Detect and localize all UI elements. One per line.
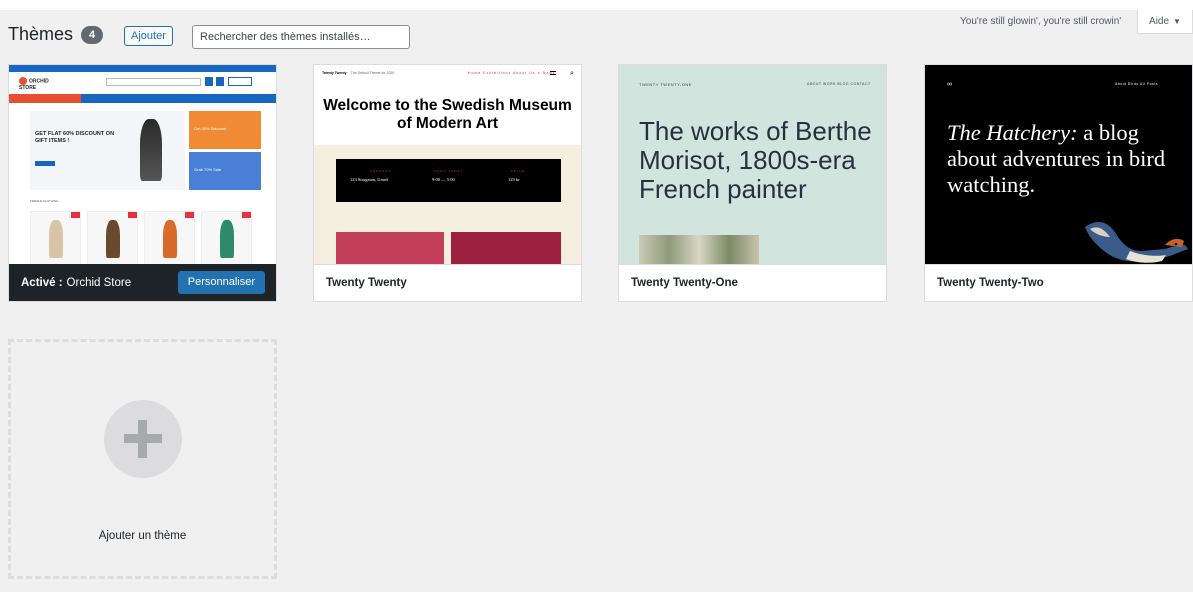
theme-card-twenty-twenty-two[interactable]: ∞ About Birds All Posts The Hatchery: a … — [924, 64, 1193, 302]
theme-name: Twenty Twenty-Two — [937, 277, 1044, 289]
search-icon: ⌕ — [570, 70, 574, 77]
admin-top-strip — [0, 0, 1193, 10]
preview-site-title: TWENTY TWENTY-ONE — [639, 82, 692, 87]
theme-card-footer: Twenty Twenty-One — [619, 264, 886, 301]
preview-product — [201, 211, 252, 266]
preview-logo: ORCHID STORE — [19, 77, 49, 91]
theme-screenshot[interactable]: Twenty Twenty The Default Theme for 2020 … — [314, 65, 581, 266]
theme-card-footer: Activé : Orchid Store Personnaliser — [9, 264, 276, 301]
help-label: Aide — [1149, 16, 1170, 27]
preview-headline: The works of Berthe Morisot, 1800s-era F… — [639, 116, 872, 204]
help-tab[interactable]: Aide ▼ — [1137, 10, 1193, 34]
customize-button[interactable]: Personnaliser — [177, 271, 265, 294]
preview-site-title: Twenty Twenty The Default Theme for 2020 — [322, 71, 395, 75]
add-theme-label: Ajouter un thème — [98, 530, 187, 542]
bird-illustration — [1085, 222, 1188, 263]
page-title: Thèmes — [8, 24, 74, 44]
menu-icon — [550, 71, 556, 75]
preview-model-image — [140, 119, 162, 181]
preview-product — [144, 211, 195, 266]
theme-name: Twenty Twenty — [326, 277, 407, 289]
preview-info-bar: ADDRESS 123 Storgatan, Umeå OPEN TODAY 9… — [336, 159, 561, 202]
theme-card-twenty-twenty[interactable]: Twenty Twenty The Default Theme for 2020 … — [313, 64, 582, 302]
theme-name: Orchid Store — [66, 276, 132, 289]
preview-headline: The Hatchery: a blog about adventures in… — [947, 120, 1166, 197]
preview-painting-image — [639, 235, 759, 266]
preview-icon — [228, 77, 252, 86]
theme-card-footer: Twenty Twenty-Two — [925, 264, 1192, 301]
search-themes-input[interactable] — [192, 25, 410, 49]
theme-name: Twenty Twenty-One — [631, 277, 738, 289]
preview-promo-blue: Grab 70% Sale — [189, 152, 261, 190]
theme-card-twenty-twenty-one[interactable]: TWENTY TWENTY-ONE ABOUT WORK BLOG CONTAC… — [618, 64, 887, 302]
theme-screenshot[interactable]: ∞ About Birds All Posts The Hatchery: a … — [925, 65, 1192, 266]
preview-menu: ABOUT WORK BLOG CONTACT — [807, 82, 871, 86]
theme-card-orchid-store[interactable]: ORCHID STORE GET FLAT 60% DISCOUNT ON GI… — [8, 64, 277, 302]
theme-card-footer: Twenty Twenty — [314, 264, 581, 301]
theme-screenshot[interactable]: ORCHID STORE GET FLAT 60% DISCOUNT ON GI… — [9, 65, 276, 266]
preview-icon — [205, 77, 213, 86]
preview-topbar — [9, 65, 276, 72]
plus-icon — [104, 400, 182, 478]
preview-image-block — [451, 232, 561, 266]
preview-hero: GET FLAT 60% DISCOUNT ON GIFT ITEMS ! — [30, 111, 185, 190]
active-prefix: Activé : — [21, 276, 63, 289]
preview-product — [87, 211, 138, 266]
preview-search — [106, 78, 201, 86]
preview-promo-orange: Get 30% Discount — [189, 111, 261, 149]
preview-category-button — [9, 94, 81, 103]
preview-menu: About Birds All Posts — [1115, 82, 1158, 86]
preview-logo: ∞ — [947, 81, 952, 88]
preview-section-title: FEMALE CLOTHING — [30, 199, 59, 203]
preview-menu: Home Exhibitions About Us ∨ News — [468, 71, 556, 75]
preview-icon — [216, 77, 224, 86]
add-new-theme-card[interactable]: Ajouter un thème — [8, 339, 277, 579]
hello-dolly-lyric: You're still glowin', you're still crowi… — [960, 16, 1122, 27]
theme-screenshot[interactable]: TWENTY TWENTY-ONE ABOUT WORK BLOG CONTAC… — [619, 65, 886, 266]
preview-image-block — [336, 232, 444, 266]
preview-product — [30, 211, 81, 266]
page-title-row: Thèmes 4 — [8, 24, 104, 45]
preview-headline: Welcome to the Swedish Museum of Modern … — [323, 97, 572, 132]
theme-count-badge: 4 — [81, 25, 104, 44]
preview-hero-button — [35, 161, 55, 166]
add-theme-button[interactable]: Ajouter — [124, 26, 173, 46]
preview-hero-text: GET FLAT 60% DISCOUNT ON GIFT ITEMS ! — [35, 131, 115, 144]
caret-down-icon: ▼ — [1173, 17, 1181, 26]
